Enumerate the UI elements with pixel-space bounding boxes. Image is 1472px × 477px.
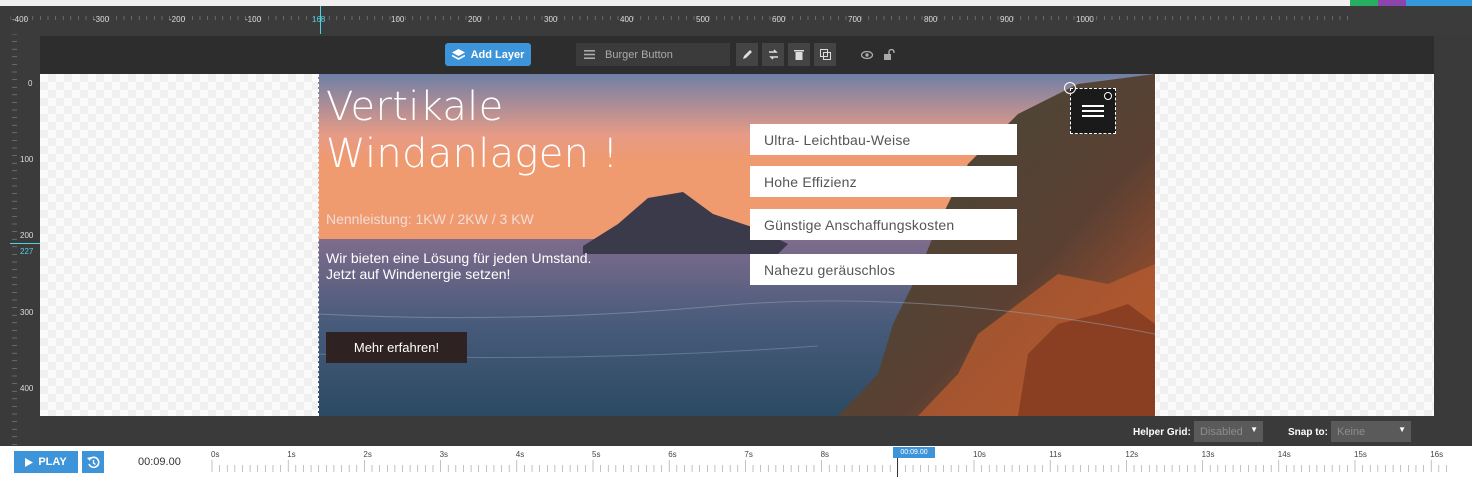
snap-to-value: Keine [1337, 425, 1366, 438]
current-time: 00:09.00 [138, 456, 181, 468]
timeline-label: 14s [1277, 450, 1291, 459]
timeline-label: 15s [1354, 450, 1367, 459]
rotate-handle-icon[interactable] [1104, 92, 1112, 100]
timeline-label: 16s [1430, 450, 1444, 459]
add-layer-label: Add Layer [470, 48, 525, 61]
ruler-label: 800 [924, 15, 938, 24]
feature-item[interactable]: Hohe Effizienz [750, 166, 1017, 197]
ruler-position-marker [10, 243, 40, 244]
ruler-label: -400 [12, 15, 29, 24]
ruler-label: 300 [20, 308, 34, 317]
layers-icon [451, 48, 465, 60]
ruler-label: -100 [245, 15, 262, 24]
swap-button[interactable] [762, 43, 784, 66]
ruler-label: 900 [1000, 15, 1014, 24]
ruler-label: 200 [468, 15, 482, 24]
slide-description[interactable]: Wir bieten eine Lösung für jeden Umstand… [326, 250, 591, 282]
timeline-label: 13s [1201, 450, 1215, 459]
burger-line [1082, 115, 1104, 117]
ruler-label: 600 [772, 15, 786, 24]
ruler-label: 400 [620, 15, 634, 24]
play-label: PLAY [38, 456, 67, 468]
horizontal-ruler-ticks [10, 16, 1348, 20]
duplicate-button[interactable] [814, 43, 836, 66]
timeline-label: 12s [1125, 450, 1139, 459]
helper-grid-value: Disabled [1200, 425, 1243, 438]
ruler-label: -300 [93, 15, 110, 24]
move-handle-icon[interactable] [1064, 82, 1076, 94]
ruler-label: 168 [312, 15, 326, 24]
burger-line [1082, 105, 1104, 107]
timeline-label: 4s [515, 450, 525, 459]
edit-button[interactable] [736, 43, 758, 66]
visibility-toggle[interactable] [856, 43, 878, 66]
ruler-label: 200 [20, 231, 34, 240]
playhead-line [897, 458, 898, 477]
chevron-down-icon: ▼ [1250, 425, 1258, 434]
cta-button[interactable]: Mehr erfahren! [326, 332, 467, 363]
timeline-ruler[interactable] [210, 446, 1450, 477]
swap-icon [768, 49, 778, 60]
ruler-label: 0 [28, 79, 33, 88]
timeline-label: 0s [211, 450, 220, 459]
slide-edge-left [318, 74, 319, 416]
snap-to-select[interactable]: Keine ▼ [1331, 421, 1411, 442]
timeline-label: 3s [439, 450, 449, 459]
helper-grid-label: Helper Grid: [1133, 427, 1191, 438]
unlock-icon [883, 49, 895, 60]
vertical-ruler[interactable]: 0 100 200 227 300 400 [10, 33, 40, 446]
feature-item[interactable]: Günstige Anschaffungskosten [750, 209, 1017, 240]
slide-subtitle[interactable]: Nennleistung: 1KW / 2KW / 3 KW [326, 211, 534, 227]
eye-icon [861, 50, 873, 59]
timeline-label: 6s [668, 450, 677, 459]
add-layer-button[interactable]: Add Layer [445, 43, 531, 66]
horizontal-ruler[interactable]: -400 -300 -200 -100 168 100 200 300 400 500 600 700… [10, 6, 1472, 34]
ruler-label: -200 [169, 15, 186, 24]
ruler-label: 100 [20, 155, 34, 164]
slide-edge-right [1155, 74, 1156, 416]
delete-button[interactable] [788, 43, 810, 66]
timeline-label: 7s [744, 450, 753, 459]
feature-item[interactable]: Nahezu geräuschlos [750, 254, 1017, 285]
timeline-label: 8s [820, 450, 830, 459]
layer-name-text: Burger Button [605, 48, 673, 61]
ruler-label: 227 [20, 247, 34, 256]
layer-name-field[interactable]: Burger Button [576, 43, 730, 66]
timeline-label: 11s [1049, 450, 1062, 459]
timeline-label: 1s [287, 450, 296, 459]
ruler-label: 700 [848, 15, 862, 24]
helper-grid-select[interactable]: Disabled ▼ [1194, 421, 1263, 442]
timeline-label: 2s [363, 450, 372, 459]
ruler-label: 500 [696, 15, 710, 24]
lock-toggle[interactable] [878, 43, 900, 66]
menu-icon [584, 50, 595, 59]
copy-icon [819, 49, 831, 60]
burger-line [1082, 110, 1104, 112]
chevron-down-icon: ▼ [1398, 425, 1406, 434]
play-button[interactable]: PLAY [14, 451, 78, 473]
playhead-marker[interactable]: 00:09.00 [893, 447, 935, 458]
ruler-label: 300 [544, 15, 558, 24]
slide-title[interactable]: Vertikale Windanlagen ! [326, 84, 619, 178]
timeline-label: 5s [592, 450, 601, 459]
snap-to-label: Snap to: [1288, 427, 1328, 438]
pencil-icon [742, 50, 752, 59]
layer-toolbar: Add Layer Burger Button [40, 36, 1434, 74]
trash-icon [794, 50, 804, 60]
ruler-label: 100 [391, 15, 405, 24]
ruler-position-marker [320, 6, 321, 34]
history-button[interactable] [82, 451, 104, 473]
feature-item[interactable]: Ultra- Leichtbau-Weise [750, 124, 1017, 155]
ruler-label: 400 [20, 384, 34, 393]
play-icon [25, 457, 34, 467]
ruler-label: 1000 [1076, 15, 1094, 24]
history-icon [86, 456, 99, 468]
timeline-label: 10s [973, 450, 986, 459]
